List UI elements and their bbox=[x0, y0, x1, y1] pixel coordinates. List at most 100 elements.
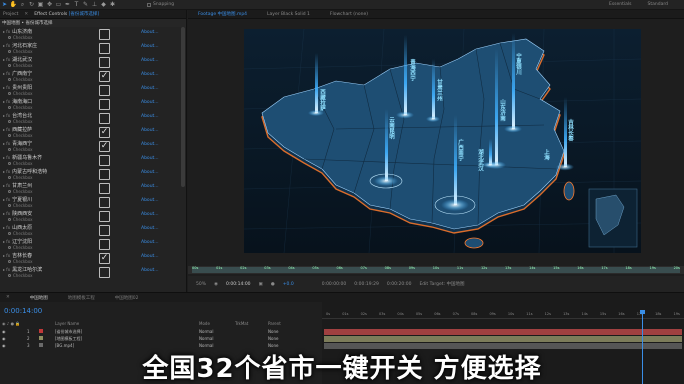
tab-effect-controls[interactable]: Effect Controls [省份城市选择] bbox=[34, 11, 99, 17]
province-checkbox[interactable] bbox=[99, 113, 110, 124]
stopwatch-icon[interactable] bbox=[8, 148, 11, 151]
stopwatch-icon[interactable] bbox=[8, 176, 11, 179]
workspace-essentials[interactable]: Essentials bbox=[609, 2, 632, 7]
fx-icon[interactable]: ▸ fx bbox=[3, 99, 10, 104]
rectangle-tool-icon[interactable]: ▭ bbox=[54, 1, 63, 9]
layer-bar-1[interactable] bbox=[324, 329, 682, 335]
timeline-current-time[interactable]: 0:00:14:00 bbox=[4, 307, 42, 315]
magnification-select[interactable]: 50% bbox=[196, 282, 206, 287]
workspace-standard[interactable]: Standard bbox=[648, 2, 668, 7]
stopwatch-icon[interactable] bbox=[8, 232, 11, 235]
province-checkbox[interactable] bbox=[99, 155, 110, 166]
about-link[interactable]: About... bbox=[141, 114, 159, 119]
color-channel-icon[interactable]: ● bbox=[271, 282, 275, 287]
stopwatch-icon[interactable] bbox=[8, 50, 11, 53]
about-link[interactable]: About... bbox=[141, 170, 159, 175]
about-link[interactable]: About... bbox=[141, 128, 159, 133]
fx-icon[interactable]: ▸ fx bbox=[3, 71, 10, 76]
province-checkbox[interactable] bbox=[99, 183, 110, 194]
tab-project[interactable]: Project bbox=[3, 12, 18, 17]
fx-icon[interactable]: ▸ fx bbox=[3, 141, 10, 146]
province-checkbox[interactable] bbox=[99, 211, 110, 222]
fx-icon[interactable]: ▸ fx bbox=[3, 267, 10, 272]
about-link[interactable]: About... bbox=[141, 268, 159, 273]
about-link[interactable]: About... bbox=[141, 30, 159, 35]
eraser-tool-icon[interactable]: ◆ bbox=[99, 1, 108, 9]
about-link[interactable]: About... bbox=[141, 226, 159, 231]
layer-mode[interactable]: Normal bbox=[199, 329, 213, 334]
fx-icon[interactable]: ▸ fx bbox=[3, 211, 10, 216]
tab-timeline-1[interactable]: 中国地图 bbox=[30, 295, 48, 301]
puppet-tool-icon[interactable]: ✱ bbox=[108, 1, 117, 9]
camera-tool-icon[interactable]: ▣ bbox=[36, 1, 45, 9]
layer-row[interactable]: ◉ 1 [省份城市选择] Normal None bbox=[0, 328, 322, 335]
province-checkbox[interactable]: ✓ bbox=[99, 141, 110, 152]
province-checkbox[interactable] bbox=[99, 29, 110, 40]
fx-icon[interactable]: ▸ fx bbox=[3, 85, 10, 90]
fx-icon[interactable]: ▸ fx bbox=[3, 155, 10, 160]
about-link[interactable]: About... bbox=[141, 72, 159, 77]
timeline-ruler[interactable]: 0s 01s 02s 03s 04s 05s 06s 07s 08s 09s 10s 11s 12s 13… bbox=[322, 312, 684, 319]
current-timecode[interactable]: 0:00:14:00 bbox=[226, 282, 251, 287]
snapshot-icon[interactable]: ▣ bbox=[259, 282, 263, 287]
stopwatch-icon[interactable] bbox=[8, 106, 11, 109]
pan-behind-tool-icon[interactable]: ✥ bbox=[45, 1, 54, 9]
tab-timeline-3[interactable]: 中国地图02 bbox=[115, 295, 139, 301]
province-checkbox[interactable] bbox=[99, 57, 110, 68]
comp-time-ruler[interactable]: 00s 01s 02s 03s 04s 05s 06s 07s 08s 09s 10s 11s 12s 1… bbox=[188, 266, 684, 274]
stopwatch-icon[interactable] bbox=[8, 64, 11, 67]
about-link[interactable]: About... bbox=[141, 58, 159, 63]
province-checkbox[interactable] bbox=[99, 99, 110, 110]
layer-row[interactable]: ◉ 2 [地图模板工程] Normal None bbox=[0, 335, 322, 342]
about-link[interactable]: About... bbox=[141, 86, 159, 91]
layer-parent[interactable]: None bbox=[268, 329, 278, 334]
stopwatch-icon[interactable] bbox=[8, 274, 11, 277]
province-checkbox[interactable] bbox=[99, 239, 110, 250]
eye-icon[interactable]: ◉ bbox=[2, 329, 6, 334]
column-layer-name[interactable]: Layer Name bbox=[55, 321, 79, 326]
about-link[interactable]: About... bbox=[141, 212, 159, 217]
province-checkbox[interactable]: ✓ bbox=[99, 71, 110, 82]
exposure-value[interactable]: +0.0 bbox=[283, 282, 294, 287]
column-mode[interactable]: Mode bbox=[199, 321, 210, 326]
snapping-toggle[interactable]: Snapping bbox=[147, 2, 174, 7]
stopwatch-icon[interactable] bbox=[8, 218, 11, 221]
layer-bar-2[interactable] bbox=[324, 336, 682, 342]
about-link[interactable]: About... bbox=[141, 156, 159, 161]
province-checkbox[interactable] bbox=[99, 197, 110, 208]
fx-icon[interactable]: ▸ fx bbox=[3, 57, 10, 62]
tab-flowchart[interactable]: Flowchart (none) bbox=[330, 12, 368, 17]
fx-icon[interactable]: ▸ fx bbox=[3, 197, 10, 202]
stopwatch-icon[interactable] bbox=[8, 162, 11, 165]
rotate-tool-icon[interactable]: ↻ bbox=[27, 1, 36, 9]
about-link[interactable]: About... bbox=[141, 142, 159, 147]
stopwatch-icon[interactable] bbox=[8, 120, 11, 123]
tab-timeline-2[interactable]: 地图模板工程 bbox=[68, 295, 95, 301]
fx-icon[interactable]: ▸ fx bbox=[3, 239, 10, 244]
column-parent[interactable]: Parent bbox=[268, 321, 281, 326]
stopwatch-icon[interactable] bbox=[8, 190, 11, 193]
pen-tool-icon[interactable]: ✒ bbox=[63, 1, 72, 9]
selection-tool-icon[interactable]: ➤ bbox=[0, 1, 9, 9]
tab-footage[interactable]: Footage 中国地图.mp4 bbox=[198, 11, 247, 17]
composition-viewer[interactable]: 西藏拉萨 青海西宁 甘肃兰州 宁夏银川 吉林长春 山东济南 云南昆明 广西南宁 … bbox=[244, 29, 641, 253]
stopwatch-icon[interactable] bbox=[8, 260, 11, 263]
type-tool-icon[interactable]: T bbox=[72, 1, 81, 9]
stopwatch-icon[interactable] bbox=[8, 92, 11, 95]
zoom-tool-icon[interactable]: ⌕ bbox=[18, 1, 27, 9]
province-checkbox[interactable] bbox=[99, 225, 110, 236]
layer-parent[interactable]: None bbox=[268, 336, 278, 341]
label-color-swatch[interactable] bbox=[39, 343, 43, 347]
province-checkbox[interactable] bbox=[99, 169, 110, 180]
fx-icon[interactable]: ▸ fx bbox=[3, 253, 10, 258]
hand-tool-icon[interactable]: ✋ bbox=[9, 1, 18, 9]
stopwatch-icon[interactable] bbox=[8, 134, 11, 137]
fx-icon[interactable]: ▸ fx bbox=[3, 127, 10, 132]
column-trkmat[interactable]: TrkMat bbox=[235, 321, 248, 326]
about-link[interactable]: About... bbox=[141, 198, 159, 203]
close-icon[interactable]: ✕ bbox=[6, 295, 10, 300]
fx-icon[interactable]: ▸ fx bbox=[3, 183, 10, 188]
camera-icon[interactable]: ◉ bbox=[214, 282, 218, 287]
about-link[interactable]: About... bbox=[141, 100, 159, 105]
fx-icon[interactable]: ▸ fx bbox=[3, 113, 10, 118]
